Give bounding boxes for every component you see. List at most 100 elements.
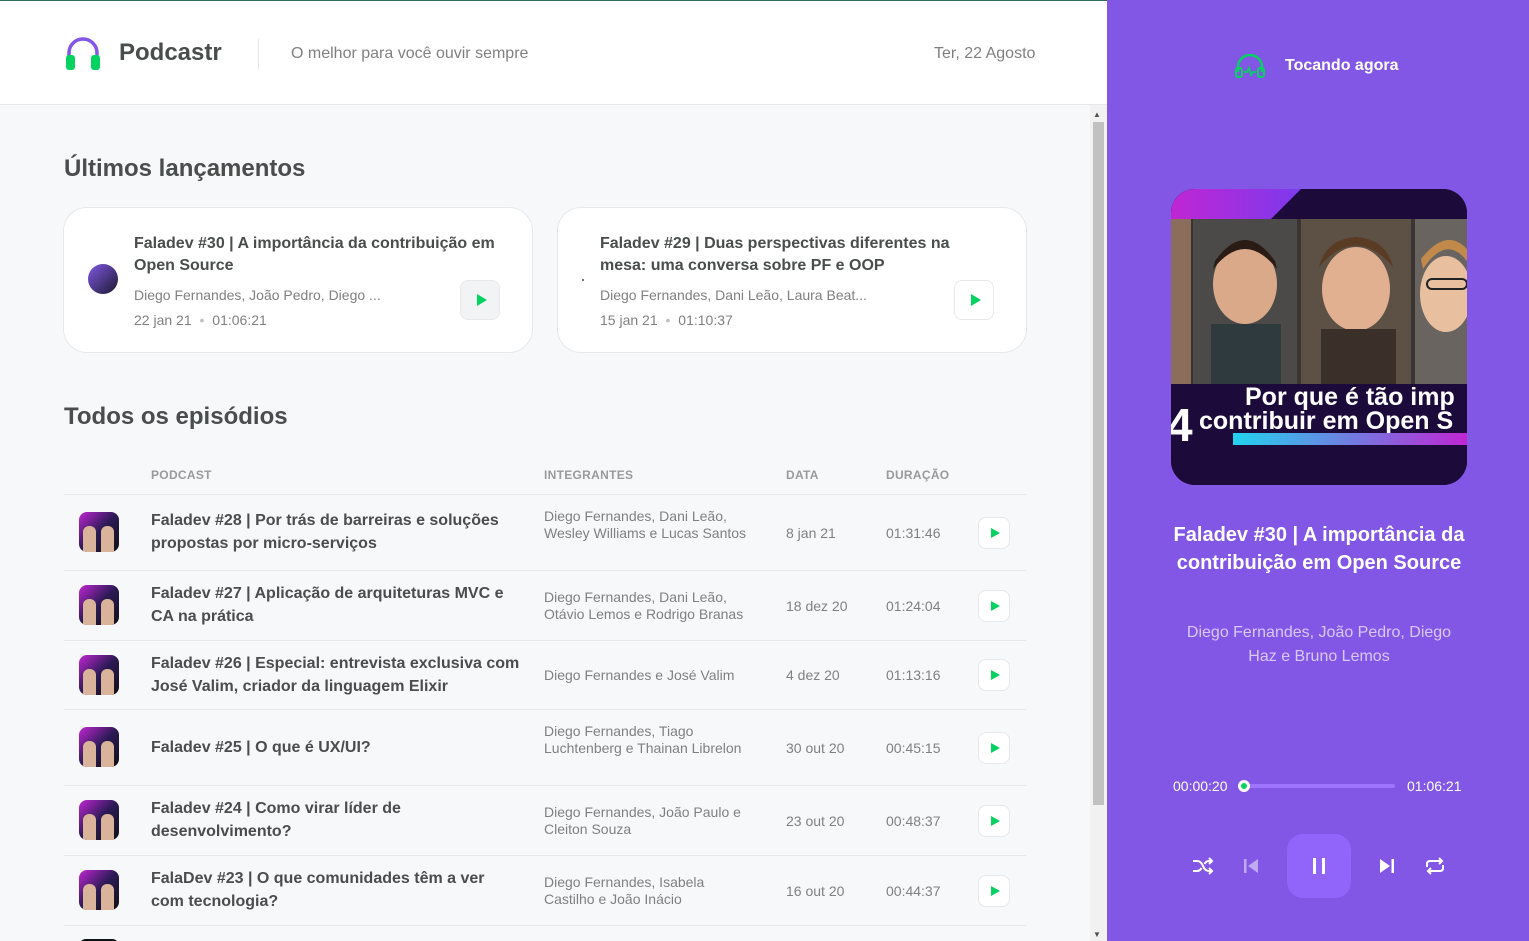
table-row: Faladev #26 | Especial: entrevista exclu…	[64, 641, 1026, 710]
episode-title[interactable]: Faladev #28 | Por trás de barreiras e so…	[151, 510, 521, 555]
episode-members: Diego Fernandes, João Paulo e Cleiton So…	[544, 804, 741, 837]
episode-duration: 01:24:04	[886, 598, 941, 614]
episodes-table: PODCAST INTEGRANTES DATA DURAÇÃO Faladev…	[64, 458, 1026, 941]
logo[interactable]: Podcastr	[64, 34, 222, 72]
player-episode-members: Diego Fernandes, João Pedro, Diego Haz e…	[1186, 624, 1452, 665]
episode-title[interactable]: FalaDev #23 | O que comunidades têm a ve…	[151, 868, 521, 913]
play-icon	[970, 294, 981, 306]
play-icon	[990, 528, 1000, 538]
cover-number: 4	[1171, 399, 1193, 451]
episode-thumbnail[interactable]	[79, 870, 119, 910]
episode-members: Diego Fernandes, Isabela Castilho e João…	[544, 874, 705, 907]
play-button[interactable]	[978, 805, 1010, 837]
episode-thumbnail	[582, 279, 584, 281]
play-button[interactable]	[460, 280, 500, 320]
progress-bar[interactable]	[1244, 784, 1395, 788]
logo-text: Podcastr	[119, 39, 222, 66]
scrollbar-thumb[interactable]	[1093, 122, 1104, 805]
episode-thumbnail[interactable]	[79, 512, 119, 552]
header: Podcastr O melhor para você ouvir sempre…	[0, 0, 1107, 105]
play-button[interactable]	[978, 659, 1010, 691]
episode-meta: 15 jan 21 • 01:10:37	[600, 312, 733, 328]
main-content: Podcastr O melhor para você ouvir sempre…	[0, 0, 1107, 941]
skip-previous-icon	[1244, 859, 1258, 873]
latest-heading: Últimos lançamentos	[64, 155, 306, 182]
episode-date: 30 out 20	[786, 740, 845, 756]
scroll-down-arrow-icon[interactable]: ▼	[1093, 930, 1101, 939]
episode-members: Diego Fernandes, João Pedro, Diego ...	[134, 287, 381, 303]
episode-date: 8 jan 21	[786, 525, 836, 541]
episode-thumbnail[interactable]	[79, 655, 119, 695]
table-row	[64, 926, 1026, 941]
skip-next-icon	[1380, 859, 1394, 873]
episode-members: Diego Fernandes e José Valim	[544, 667, 735, 683]
play-icon	[990, 743, 1000, 753]
table-row: Faladev #24 | Como virar líder de desenv…	[64, 786, 1026, 856]
play-icon	[990, 816, 1000, 826]
episode-date: 18 dez 20	[786, 598, 848, 614]
column-podcast: PODCAST	[151, 468, 212, 482]
play-button[interactable]	[978, 517, 1010, 549]
next-button[interactable]	[1373, 852, 1401, 880]
table-row: FalaDev #23 | O que comunidades têm a ve…	[64, 856, 1026, 926]
episode-thumbnail[interactable]	[79, 727, 119, 767]
episode-title[interactable]: Faladev #30 | A importância da contribui…	[134, 233, 504, 277]
repeat-button[interactable]	[1421, 852, 1449, 880]
scroll-up-arrow-icon[interactable]: ▲	[1093, 110, 1101, 119]
previous-button[interactable]	[1237, 852, 1265, 880]
table-row: Faladev #28 | Por trás de barreiras e so…	[64, 495, 1026, 571]
cover-image: Por que é tão imp contribuir em Open S 4	[1171, 189, 1467, 485]
episode-members: Diego Fernandes, Tiago Luchtenberg e Tha…	[544, 723, 742, 756]
play-icon	[990, 886, 1000, 896]
episode-duration: 01:10:37	[678, 312, 733, 328]
episode-thumbnail	[88, 264, 118, 294]
play-icon	[476, 294, 487, 306]
meta-dot: •	[199, 312, 205, 328]
episode-meta: 22 jan 21 • 01:06:21	[134, 312, 267, 328]
headphones-icon	[1235, 54, 1265, 78]
episode-title[interactable]: Faladev #29 | Duas perspectivas diferent…	[600, 233, 990, 277]
shuffle-button[interactable]	[1189, 852, 1217, 880]
headphones-icon	[66, 37, 100, 70]
tagline: O melhor para você ouvir sempre	[291, 45, 529, 62]
total-time: 01:06:21	[1407, 778, 1462, 794]
play-icon	[990, 601, 1000, 611]
pause-button[interactable]	[1287, 834, 1351, 898]
episode-title[interactable]: Faladev #24 | Como virar líder de desenv…	[151, 798, 451, 843]
latest-card[interactable]: Faladev #29 | Duas perspectivas diferent…	[557, 207, 1027, 353]
episode-thumbnail[interactable]	[79, 800, 119, 840]
now-playing-header: Tocando agora	[1235, 54, 1399, 78]
cover-text-line-2: contribuir em Open S	[1199, 407, 1453, 435]
latest-card[interactable]: Faladev #30 | A importância da contribui…	[63, 207, 533, 353]
episode-cover: Por que é tão imp contribuir em Open S 4	[1171, 189, 1467, 485]
episode-title[interactable]: Faladev #27 | Aplicação de arquiteturas …	[151, 583, 521, 628]
play-button[interactable]	[978, 875, 1010, 907]
episode-title[interactable]: Faladev #26 | Especial: entrevista exclu…	[151, 653, 521, 698]
episode-date: 22 jan 21	[134, 312, 192, 328]
episode-title[interactable]: Faladev #25 | O que é UX/UI?	[151, 737, 521, 760]
episode-date: 16 out 20	[786, 883, 845, 899]
play-button[interactable]	[978, 732, 1010, 764]
episode-duration: 00:48:37	[886, 813, 941, 829]
episode-date: 4 dez 20	[786, 667, 840, 683]
header-divider	[258, 39, 259, 69]
player-episode-title: Faladev #30 | A importância da contribui…	[1173, 524, 1465, 574]
all-episodes-heading: Todos os episódios	[64, 403, 288, 430]
episode-date: 15 jan 21	[600, 312, 658, 328]
table-row: Faladev #25 | O que é UX/UI? Diego Ferna…	[64, 710, 1026, 786]
table-header: PODCAST INTEGRANTES DATA DURAÇÃO	[64, 458, 1026, 495]
episode-members: Diego Fernandes, Dani Leão, Laura Beat..…	[600, 287, 867, 303]
episode-duration: 00:45:15	[886, 740, 941, 756]
progress-handle[interactable]	[1238, 780, 1250, 792]
episode-thumbnail[interactable]	[79, 585, 119, 625]
current-date: Ter, 22 Agosto	[934, 45, 1036, 62]
play-button[interactable]	[978, 590, 1010, 622]
play-button[interactable]	[954, 280, 994, 320]
episode-duration: 01:31:46	[886, 525, 941, 541]
pause-icon	[1313, 858, 1325, 874]
episode-members: Diego Fernandes, Dani Leão, Wesley Willi…	[544, 508, 747, 541]
column-members: INTEGRANTES	[544, 468, 634, 482]
repeat-icon	[1426, 857, 1444, 875]
episode-duration: 00:44:37	[886, 883, 941, 899]
shuffle-icon	[1193, 857, 1214, 875]
